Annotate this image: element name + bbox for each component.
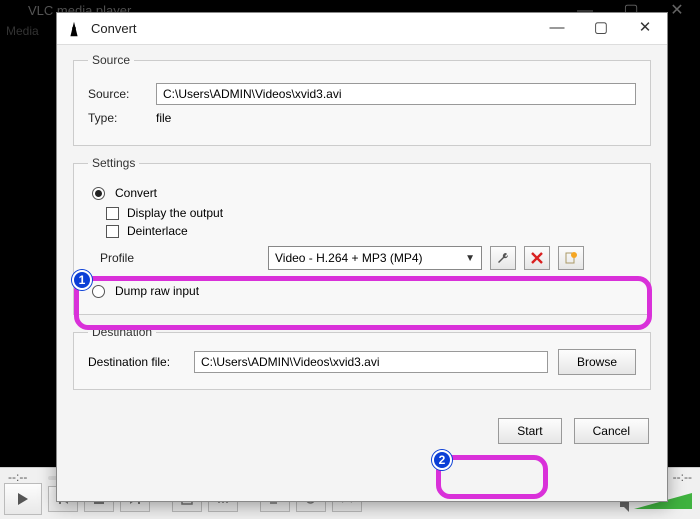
delete-profile-button[interactable] [524, 246, 550, 270]
total-time: --:-- [673, 470, 692, 484]
wrench-icon [496, 251, 510, 265]
menu-media[interactable]: Media [6, 24, 39, 38]
edit-profile-button[interactable] [490, 246, 516, 270]
type-label: Type: [88, 111, 146, 125]
vlc-cone-icon [65, 20, 83, 38]
convert-radio-label: Convert [115, 186, 157, 200]
convert-dialog: Convert — ▢ ✕ Source Source: Type: file … [56, 12, 668, 502]
source-group: Source Source: Type: file [73, 53, 651, 146]
destination-file-input[interactable] [194, 351, 548, 373]
profile-label: Profile [100, 251, 260, 265]
dialog-close-button[interactable]: ✕ [623, 13, 667, 44]
cancel-button[interactable]: Cancel [574, 418, 649, 444]
annotation-badge-1: 1 [72, 270, 92, 290]
dump-raw-radio[interactable] [92, 285, 105, 298]
source-label: Source: [88, 87, 146, 101]
deinterlace-checkbox[interactable] [106, 225, 119, 238]
deinterlace-label: Deinterlace [127, 224, 188, 238]
display-output-checkbox[interactable] [106, 207, 119, 220]
new-profile-icon [564, 251, 578, 265]
play-button[interactable] [4, 483, 42, 515]
start-button[interactable]: Start [498, 418, 561, 444]
source-input[interactable] [156, 83, 636, 105]
annotation-badge-2: 2 [432, 450, 452, 470]
play-icon [16, 492, 30, 506]
delete-x-icon [531, 252, 543, 264]
source-legend: Source [88, 53, 134, 67]
vlc-cone-icon [6, 2, 22, 18]
type-value: file [156, 111, 171, 125]
destination-legend: Destination [88, 325, 156, 339]
destination-group: Destination Destination file: Browse [73, 325, 651, 390]
profile-select[interactable]: Video - H.264 + MP3 (MP4) ▼ [268, 246, 482, 270]
chevron-down-icon: ▼ [465, 253, 475, 264]
convert-radio[interactable] [92, 187, 105, 200]
settings-legend: Settings [88, 156, 139, 170]
settings-group: Settings Convert Display the output Dein… [73, 156, 651, 315]
new-profile-button[interactable] [558, 246, 584, 270]
destination-file-label: Destination file: [88, 355, 184, 369]
profile-value: Video - H.264 + MP3 (MP4) [275, 251, 423, 265]
dialog-minimize-button[interactable]: — [535, 13, 579, 44]
browse-button[interactable]: Browse [558, 349, 636, 375]
dump-raw-label: Dump raw input [115, 284, 199, 298]
display-output-label: Display the output [127, 206, 223, 220]
dialog-maximize-button[interactable]: ▢ [579, 13, 623, 44]
elapsed-time: --:-- [8, 470, 27, 484]
dialog-titlebar[interactable]: Convert — ▢ ✕ [57, 13, 667, 45]
dialog-title: Convert [91, 21, 137, 36]
